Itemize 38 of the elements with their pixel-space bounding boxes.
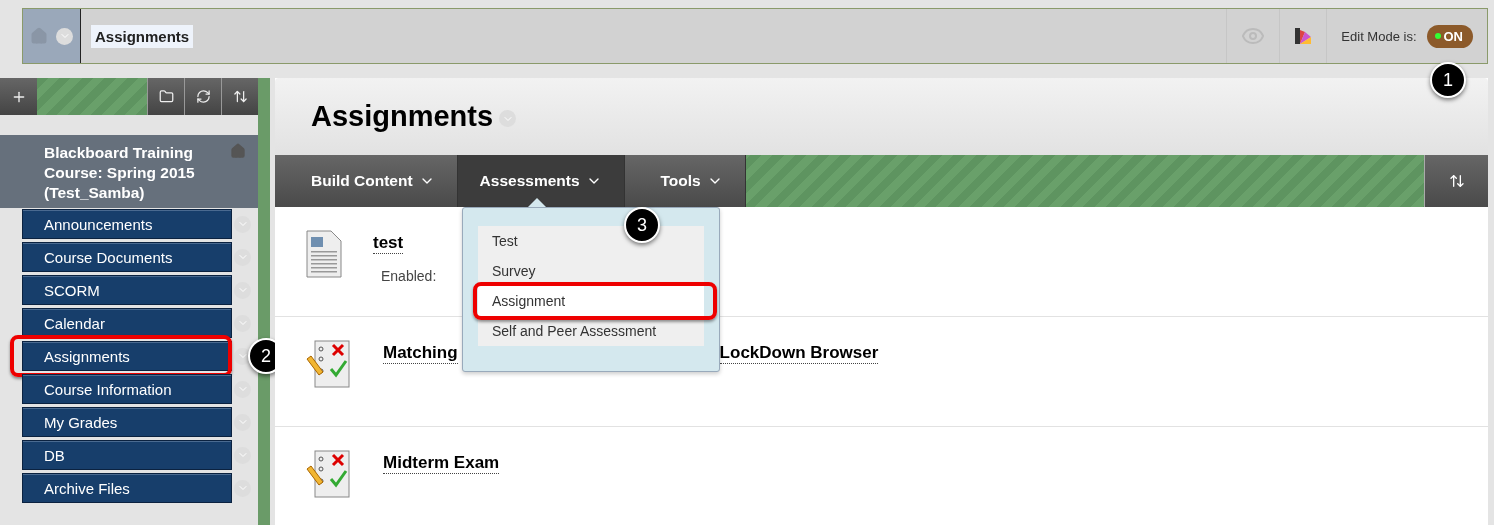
course-menu-item[interactable]: Calendar	[22, 308, 232, 338]
content-title-link[interactable]: test	[373, 233, 404, 254]
home-icon[interactable]	[230, 143, 246, 159]
refresh-button[interactable]	[184, 78, 221, 115]
add-button[interactable]	[0, 78, 37, 115]
course-menu-item[interactable]: My Grades	[22, 407, 232, 437]
folder-icon	[158, 89, 174, 104]
dropdown-item[interactable]: Self and Peer Assessment	[478, 316, 704, 346]
course-menu-item[interactable]: Course Documents	[22, 242, 232, 272]
course-menu-item[interactable]: Course Information	[22, 374, 232, 404]
course-menu-item[interactable]: Archive Files	[22, 473, 232, 503]
item-detail: Enabled:	[381, 268, 437, 284]
content-title-link[interactable]: Matching	[383, 343, 458, 364]
action-menu-button[interactable]: Build Content	[275, 155, 458, 207]
color-palette-icon[interactable]	[1294, 27, 1313, 45]
document-icon	[305, 229, 343, 279]
dropdown-item[interactable]: Assignment	[478, 286, 704, 316]
course-title[interactable]: Blackboard Training Course: Spring 2015 (Test_Samba)	[44, 143, 214, 202]
edit-mode-label: Edit Mode is:	[1341, 28, 1417, 44]
sort-button[interactable]	[1424, 155, 1488, 207]
action-menu-button[interactable]: Assessments	[457, 155, 625, 207]
chevron-icon[interactable]	[234, 347, 251, 365]
sort-icon	[1448, 173, 1465, 189]
test-checklist-icon	[305, 339, 353, 389]
dropdown-item[interactable]: Survey	[478, 256, 704, 286]
action-menu-button[interactable]: Tools	[624, 155, 746, 207]
course-menu-item[interactable]: Announcements	[22, 209, 232, 239]
content-title-link[interactable]: Midterm Exam	[383, 453, 500, 474]
sort-icon	[232, 89, 248, 104]
edit-mode-toggle[interactable]: ON	[1426, 24, 1473, 48]
breadcrumb[interactable]: Assignments	[91, 24, 194, 48]
folder-button[interactable]	[147, 78, 184, 115]
course-menu-item[interactable]: DB	[22, 440, 232, 470]
test-checklist-icon	[305, 449, 353, 499]
page-title: Assignments	[311, 100, 494, 133]
sort-button[interactable]	[221, 78, 258, 115]
course-menu-item[interactable]: SCORM	[22, 275, 232, 305]
refresh-icon	[195, 89, 211, 104]
